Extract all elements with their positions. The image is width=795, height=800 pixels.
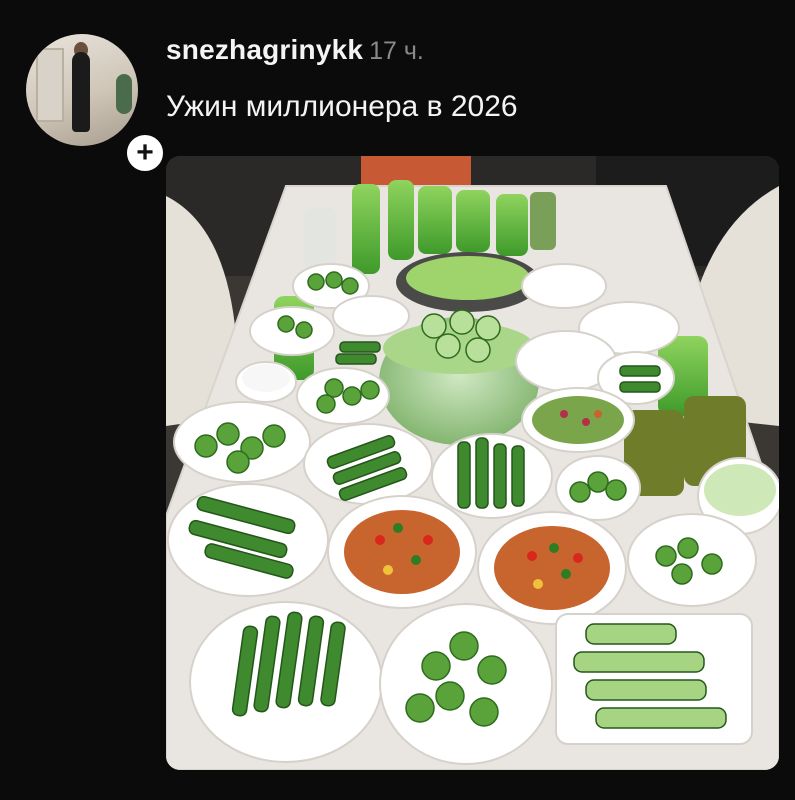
post-photo[interactable] — [166, 156, 779, 770]
post-time: 17 ч. — [369, 37, 424, 65]
avatar-background-plant — [116, 74, 132, 114]
follow-plus-button[interactable]: + — [123, 131, 167, 175]
avatar-background-door — [36, 48, 64, 122]
avatar-person — [72, 52, 90, 132]
username[interactable]: snezhagrinykk — [166, 34, 363, 65]
avatar[interactable] — [26, 34, 138, 146]
author-avatar-wrap[interactable]: + — [26, 34, 167, 175]
cucumber-table-photo — [166, 156, 779, 770]
plus-icon: + — [136, 136, 154, 169]
post-caption: Ужин миллионера в 2026 — [166, 90, 518, 123]
post-header: snezhagrinykk 17 ч. — [166, 34, 424, 66]
